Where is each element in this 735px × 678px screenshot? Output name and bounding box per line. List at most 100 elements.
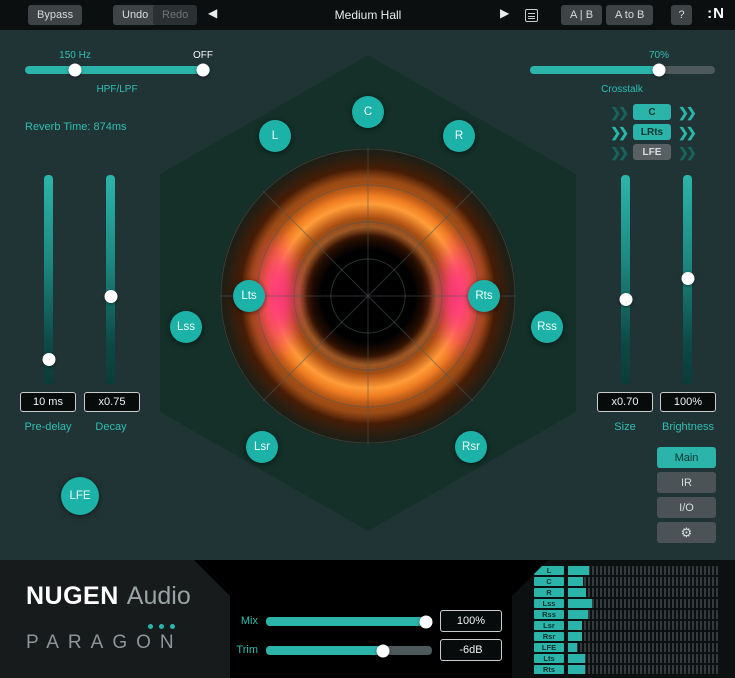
- meter-row: LFE: [534, 642, 718, 653]
- meter-bar: [568, 577, 718, 586]
- previous-preset-icon[interactable]: ◀: [208, 6, 217, 20]
- meter-row: Lts: [534, 653, 718, 664]
- tab-ir[interactable]: IR: [657, 472, 716, 493]
- hpf-lpf-label: HPF/LPF: [77, 84, 157, 95]
- size-handle[interactable]: [619, 293, 632, 306]
- decay-value[interactable]: x0.75: [84, 392, 140, 412]
- size-label: Size: [600, 421, 650, 433]
- meter-bar: [568, 621, 718, 630]
- nugen-logo: :N: [707, 5, 725, 22]
- trim-label: Trim: [218, 644, 258, 656]
- mix-slider[interactable]: [266, 617, 432, 626]
- size-slider[interactable]: [621, 175, 630, 385]
- pre-delay-handle[interactable]: [42, 353, 55, 366]
- trim-slider[interactable]: [266, 646, 432, 655]
- mix-handle[interactable]: [420, 615, 433, 628]
- meter-channel-label[interactable]: R: [534, 588, 564, 597]
- decay-slider[interactable]: [106, 175, 115, 385]
- meter-channel-label[interactable]: Rts: [534, 665, 564, 674]
- meter-channel-label[interactable]: Lss: [534, 599, 564, 608]
- speaker-node-c[interactable]: C: [352, 96, 384, 128]
- brightness-label: Brightness: [648, 421, 728, 433]
- routing-out-chevron-icon[interactable]: ❯❯: [678, 126, 694, 139]
- meter-channel-label[interactable]: Rsr: [534, 632, 564, 641]
- mix-value[interactable]: 100%: [440, 610, 502, 632]
- settings-gear-button[interactable]: ⚙: [657, 522, 716, 543]
- routing-lrts-button[interactable]: LRts: [633, 124, 671, 140]
- routing-row-lrts: ❯❯ LRts ❯❯: [596, 123, 708, 141]
- meter-row: C: [534, 576, 718, 587]
- meter-panel: L C R Lss Rss Lsr Rsr LFE Lts Rts: [512, 560, 735, 678]
- lpf-handle[interactable]: [197, 64, 210, 77]
- speaker-node-rss[interactable]: Rss: [531, 311, 563, 343]
- speaker-node-l[interactable]: L: [259, 120, 291, 152]
- mix-fill: [266, 617, 432, 626]
- bypass-button[interactable]: Bypass: [28, 5, 82, 25]
- routing-lfe-button[interactable]: LFE: [633, 144, 671, 160]
- brightness-value[interactable]: 100%: [660, 392, 716, 412]
- meter-channel-label[interactable]: L: [534, 566, 564, 575]
- routing-out-chevron-icon[interactable]: ❯❯: [678, 106, 694, 119]
- meter-channel-label[interactable]: LFE: [534, 643, 564, 652]
- speaker-node-rts[interactable]: Rts: [468, 280, 500, 312]
- brightness-handle[interactable]: [681, 272, 694, 285]
- meter-channel-label[interactable]: C: [534, 577, 564, 586]
- decay-label: Decay: [78, 421, 144, 433]
- crosstalk-handle[interactable]: [653, 64, 666, 77]
- routing-out-chevron-icon[interactable]: ❯❯: [678, 146, 694, 159]
- preset-name[interactable]: Medium Hall: [260, 8, 476, 22]
- meter-rows: L C R Lss Rss Lsr Rsr LFE Lts Rts: [534, 565, 718, 675]
- trim-handle[interactable]: [377, 644, 390, 657]
- trim-fill: [266, 646, 387, 655]
- redo-button[interactable]: Redo: [153, 5, 197, 25]
- tab-io[interactable]: I/O: [657, 497, 716, 518]
- next-preset-icon[interactable]: ▶: [500, 6, 509, 20]
- speaker-node-lts[interactable]: Lts: [233, 280, 265, 312]
- size-value[interactable]: x0.70: [597, 392, 653, 412]
- brightness-slider[interactable]: [683, 175, 692, 385]
- decay-handle[interactable]: [104, 290, 117, 303]
- meter-row: Rsr: [534, 631, 718, 642]
- speaker-node-rsr[interactable]: Rsr: [455, 431, 487, 463]
- ab-compare-button[interactable]: A | B: [561, 5, 602, 25]
- routing-in-chevron-icon[interactable]: ❯❯: [610, 126, 626, 139]
- mix-label: Mix: [218, 615, 258, 627]
- bottom-bar: NUGENAudio PARAGON Mix 100% Trim -6dB L …: [0, 560, 735, 678]
- routing-row-c: ❯❯ C ❯❯: [596, 103, 708, 121]
- hpf-lpf-slider[interactable]: [25, 66, 210, 74]
- speaker-node-lss[interactable]: Lss: [170, 311, 202, 343]
- crosstalk-label: Crosstalk: [582, 84, 662, 95]
- meter-channel-label[interactable]: Rss: [534, 610, 564, 619]
- pre-delay-label: Pre-delay: [10, 421, 86, 433]
- meter-channel-label[interactable]: Lsr: [534, 621, 564, 630]
- speaker-node-r[interactable]: R: [443, 120, 475, 152]
- routing-in-chevron-icon[interactable]: ❯❯: [610, 106, 626, 119]
- crosstalk-fill: [530, 66, 659, 74]
- product-name: PARAGON: [26, 632, 183, 654]
- pre-delay-value[interactable]: 10 ms: [20, 392, 76, 412]
- meter-bar: [568, 643, 718, 652]
- top-toolbar: Bypass Undo Redo ◀ Medium Hall ▶ A | B A…: [0, 0, 735, 30]
- trim-value[interactable]: -6dB: [440, 639, 502, 661]
- gear-icon: ⚙: [681, 525, 693, 540]
- meter-bar: [568, 599, 718, 608]
- speaker-node-lsr[interactable]: Lsr: [246, 431, 278, 463]
- a-to-b-button[interactable]: A to B: [606, 5, 653, 25]
- tab-main[interactable]: Main: [657, 447, 716, 468]
- preset-list-button[interactable]: [521, 5, 542, 25]
- routing-in-chevron-icon[interactable]: ❯❯: [610, 146, 626, 159]
- paragon-plugin-window: Bypass Undo Redo ◀ Medium Hall ▶ A | B A…: [0, 0, 735, 678]
- crosstalk-value-label: 70%: [634, 50, 684, 61]
- routing-c-button[interactable]: C: [633, 104, 671, 120]
- undo-button[interactable]: Undo: [113, 5, 157, 25]
- help-button[interactable]: ?: [671, 5, 692, 25]
- brand-name: NUGENAudio: [26, 582, 191, 611]
- meter-channel-label[interactable]: Lts: [534, 654, 564, 663]
- speaker-node-lfe[interactable]: LFE: [61, 477, 99, 515]
- meter-row: L: [534, 565, 718, 576]
- pre-delay-slider[interactable]: [44, 175, 53, 385]
- meter-row: Rss: [534, 609, 718, 620]
- crosstalk-slider[interactable]: [530, 66, 715, 74]
- meter-bar: [568, 610, 718, 619]
- hpf-handle[interactable]: [69, 64, 82, 77]
